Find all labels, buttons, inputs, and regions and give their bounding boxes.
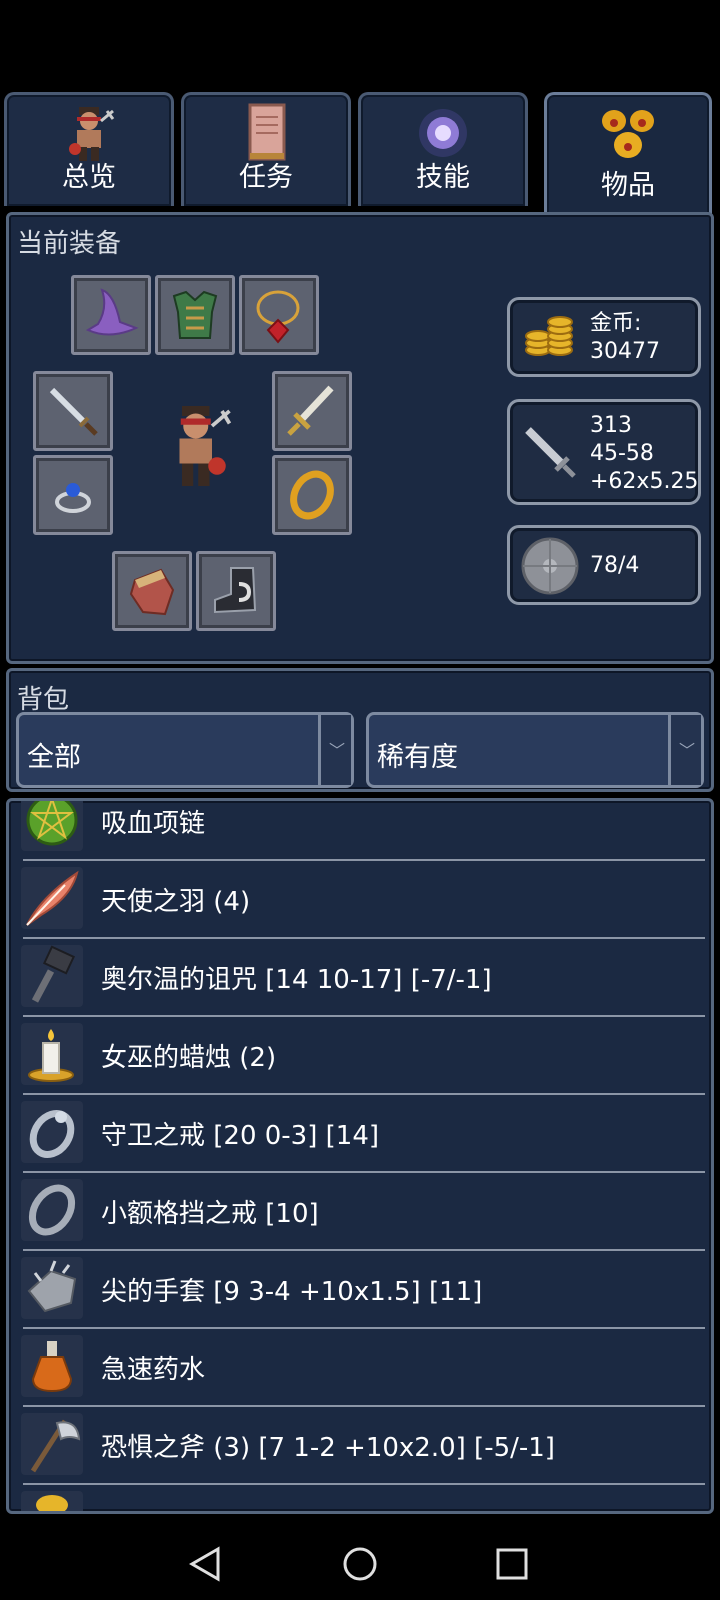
plain-ring-icon [21,1179,83,1241]
item-name: 女巫的蜡烛 (2) [101,1043,277,1073]
sort-value: 稀有度 [377,742,458,773]
list-item[interactable]: 急速药水 [17,1329,705,1407]
feather-icon [21,867,83,929]
boot-icon [214,567,257,614]
item-name: 吸血项链 [101,809,206,839]
equipment-panel: 当前装备 金币: 30477 313 45-58 +62x5.25 78/4 [6,212,714,664]
tab-items[interactable]: 物品 [544,92,712,214]
gold-value: 30477 [590,339,660,364]
gold-label: 金币: [590,311,642,336]
backpack-title: 背包 [17,685,70,715]
wizard-hat-icon [85,288,139,336]
slot-hands[interactable] [112,551,192,631]
glove-icon [129,568,175,616]
item-name: 恐惧之斧 (3) [7 1-2 +10x2.0] [-5/-1] [101,1433,555,1463]
list-item[interactable]: 奥尔温的诅咒 [14 10-17] [-7/-1] [17,939,705,1017]
slot-ring-right[interactable] [272,455,352,535]
tab-label: 物品 [601,170,655,201]
item-name: 急速药水 [101,1355,206,1385]
dagger-icon [49,387,98,436]
round-shield-icon [521,537,579,595]
item-name: 天使之羽 (4) [101,887,251,917]
list-item[interactable]: 守卫之戒 [20 0-3] [14] [17,1095,705,1173]
attack-value-2: 45-58 [590,441,654,466]
recents-icon[interactable] [496,1548,528,1580]
item-name: 奥尔温的诅咒 [14 10-17] [-7/-1] [101,965,492,995]
tab-overview[interactable]: 总览 [4,92,174,206]
list-item[interactable]: 女巫的蜡烛 (2) [17,1017,705,1095]
equipment-title: 当前装备 [17,229,122,259]
potion-icon [21,1335,83,1397]
item-name: 守卫之戒 [20 0-3] [14] [101,1121,380,1151]
attack-value-3: +62x5.25 [590,469,699,494]
attack-value-1: 313 [590,413,632,438]
navigation-bar [0,1520,720,1600]
defense-value: 78/4 [590,553,640,578]
attack-sword-icon [525,427,576,478]
filter-dropdown-arrow[interactable]: ﹀ [318,715,351,785]
item-name: 小额格挡之戒 [10] [101,1199,319,1229]
list-item[interactable]: 天使之羽 (4) [17,861,705,939]
slot-mainhand[interactable] [33,371,113,451]
sort-dropdown-arrow[interactable]: ﹀ [668,715,701,785]
sort-dropdown[interactable]: 稀有度 ﹀ [366,712,704,788]
chevron-down-icon: ﹀ [679,741,696,760]
pentagram-necklace-icon [21,801,83,851]
tab-skills[interactable]: 技能 [358,92,528,206]
slot-head[interactable] [71,275,151,355]
sapphire-ring-icon [55,483,91,513]
filter-value: 全部 [27,742,81,773]
filter-dropdown[interactable]: 全部 ﹀ [16,712,354,788]
tab-label: 总览 [62,162,116,193]
gold-bags-icon [602,110,654,158]
leather-armor-icon [172,290,218,339]
slot-feet[interactable] [196,551,276,631]
tab-quests[interactable]: 任务 [181,92,351,206]
spiked-gauntlet-icon [21,1257,83,1319]
slot-ring-left[interactable] [33,455,113,535]
tab-label: 任务 [239,162,293,193]
slot-armor[interactable] [155,275,235,355]
home-icon[interactable] [342,1546,378,1582]
gold-coins-icon [525,316,573,356]
hammer-icon [21,945,83,1007]
gold-ring-icon [290,470,334,520]
partial-item-icon [21,1491,83,1511]
list-item[interactable]: 尖的手套 [9 3-4 +10x1.5] [11] [17,1251,705,1329]
slot-offhand[interactable] [272,371,352,451]
silver-ring-icon [21,1101,83,1163]
attack-stat-box: 313 45-58 +62x5.25 [507,399,701,505]
back-icon[interactable] [188,1546,222,1582]
item-name: 尖的手套 [9 3-4 +10x1.5] [11] [101,1277,483,1307]
list-item[interactable]: 吸血项链 [17,801,705,861]
slot-neck[interactable] [239,275,319,355]
tab-label: 技能 [416,162,470,193]
list-item[interactable]: 恐惧之斧 (3) [7 1-2 +10x2.0] [-5/-1] [17,1407,705,1485]
candle-icon [21,1023,83,1085]
amulet-icon [256,290,300,344]
list-item[interactable]: 小额格挡之戒 [10] [17,1173,705,1251]
defense-stat-box: 78/4 [507,525,701,605]
character-portrait [179,406,232,486]
item-list-panel: 吸血项链 天使之羽 (4) 奥尔温的诅咒 [14 10-17] [-7/-1] … [6,798,714,1514]
chevron-down-icon: ﹀ [329,741,346,760]
sword-icon [287,385,334,436]
status-bar-area [0,0,720,90]
axe-icon [21,1413,83,1475]
list-item[interactable] [17,1485,705,1511]
gold-stat-box: 金币: 30477 [507,297,701,377]
